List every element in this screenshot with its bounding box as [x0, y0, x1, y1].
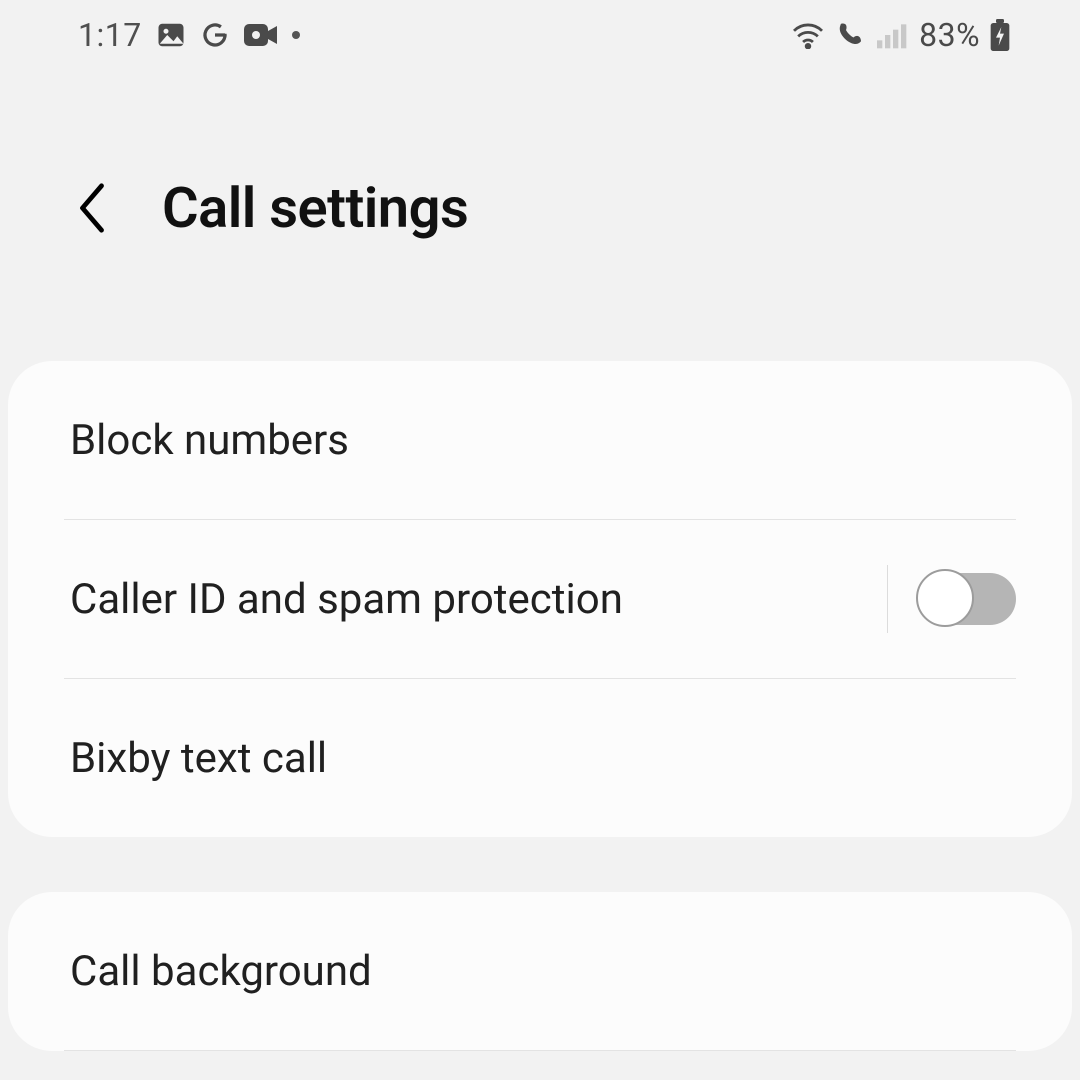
battery-charging-icon: [990, 19, 1010, 51]
status-right: 83%: [791, 16, 1010, 54]
caller-id-spam-toggle[interactable]: [918, 573, 1016, 625]
row-label: Bixby text call: [70, 734, 327, 783]
signal-icon: [877, 21, 909, 49]
status-left: 1:17: [78, 16, 300, 54]
wifi-calling-icon: [835, 20, 867, 50]
settings-group-2: Call background: [8, 892, 1072, 1051]
row-label: Block numbers: [70, 416, 349, 465]
dot-icon: [292, 31, 300, 39]
row-label: Call background: [70, 947, 372, 996]
status-time: 1:17: [78, 16, 142, 54]
row-label: Caller ID and spam protection: [70, 575, 623, 624]
row-block-numbers[interactable]: Block numbers: [8, 361, 1072, 519]
divider: [64, 1050, 1016, 1051]
row-call-background[interactable]: Call background: [8, 892, 1072, 1050]
row-bixby-text-call[interactable]: Bixby text call: [8, 679, 1072, 837]
row-right: [887, 565, 1016, 633]
status-bar: 1:17 83%: [0, 0, 1080, 70]
back-button[interactable]: [72, 188, 112, 228]
toggle-knob: [916, 569, 974, 627]
settings-group-1: Block numbers Caller ID and spam protect…: [8, 361, 1072, 837]
battery-percentage: 83%: [919, 16, 980, 54]
page-title: Call settings: [162, 175, 468, 241]
video-icon: [244, 22, 278, 48]
wifi-icon: [791, 21, 825, 49]
page-header: Call settings: [0, 70, 1080, 361]
photo-icon: [156, 20, 186, 50]
google-icon: [200, 20, 230, 50]
vertical-separator: [887, 565, 888, 633]
row-caller-id-spam[interactable]: Caller ID and spam protection: [8, 520, 1072, 678]
